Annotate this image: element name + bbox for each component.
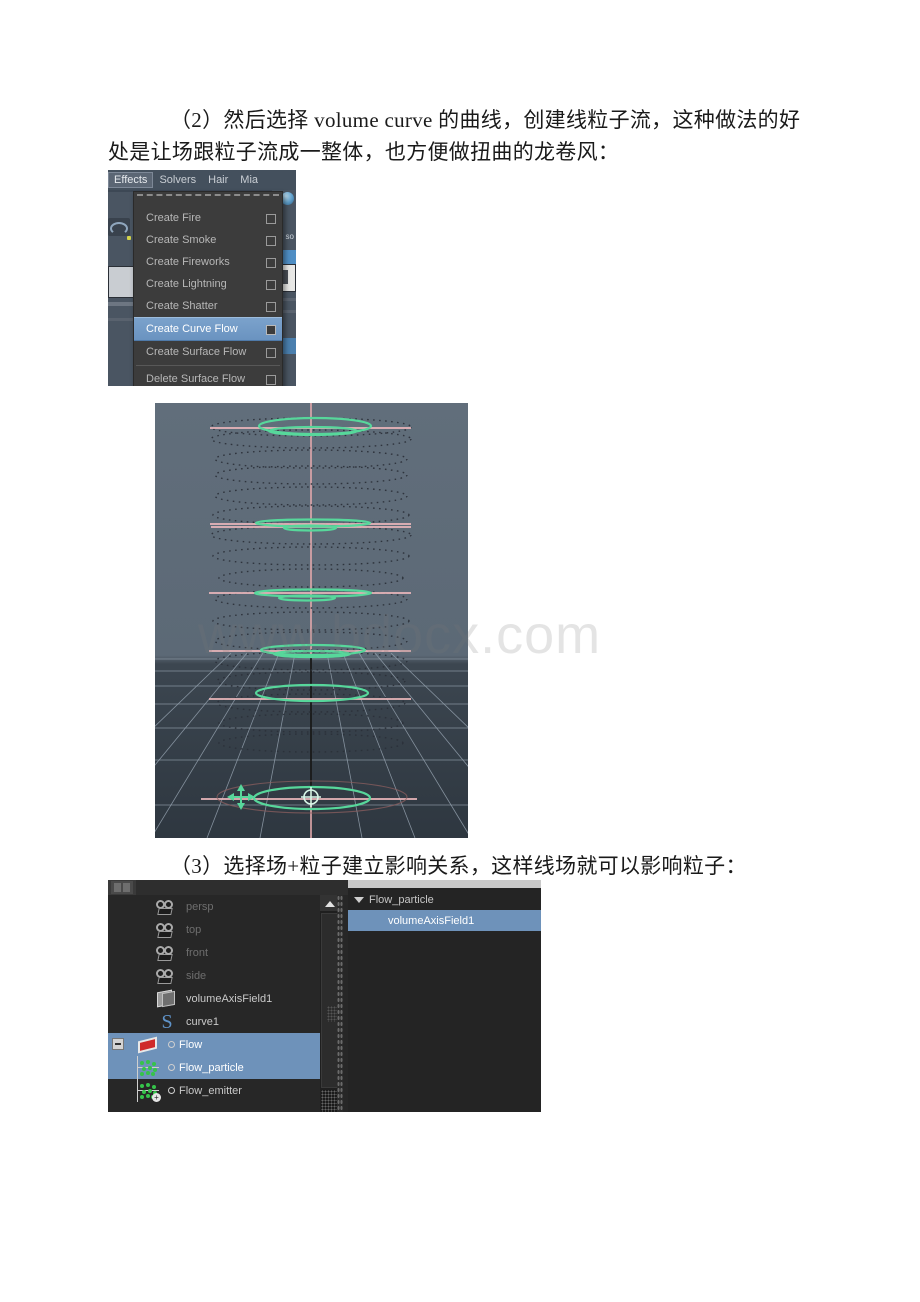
- maya-effects-menu-screenshot: so Effects Solvers Hair Mia Create Fire Crea…: [108, 170, 296, 386]
- camera-icon: [156, 944, 178, 962]
- relationship-row-flow_particle[interactable]: Flow_particle: [348, 889, 541, 910]
- menu-item-label: Create Shatter: [146, 300, 218, 312]
- menu-item-label: Create Fire: [146, 212, 202, 224]
- outliner-item-list[interactable]: persp top front side volumeAxisField1 Scurve1…: [108, 895, 334, 1112]
- side-label: so: [285, 232, 294, 241]
- outliner-row-persp[interactable]: persp: [108, 895, 334, 918]
- menu-item-label: Create Lightning: [146, 278, 227, 290]
- menubar-item-mia[interactable]: Mia: [234, 172, 264, 188]
- menubar-item-solvers[interactable]: Solvers: [153, 172, 202, 188]
- relationship-item-list[interactable]: Flow_particle volumeAxisField1: [348, 889, 541, 1112]
- outliner-row-label: Flow: [179, 1038, 203, 1051]
- scrollbar-grip-icon: [327, 1006, 337, 1022]
- outliner-search-field[interactable]: [136, 880, 348, 895]
- toolbar-panel-icon: [108, 266, 134, 298]
- pane-divider-handle[interactable]: [337, 895, 343, 1112]
- toolbar-arc-icon: [108, 218, 130, 236]
- menu-item-create-smoke[interactable]: Create Smoke: [134, 229, 282, 251]
- relationship-row-label: volumeAxisField1: [388, 914, 475, 927]
- menu-item-create-surface-flow[interactable]: Create Surface Flow: [134, 341, 282, 363]
- outliner-row-label: volumeAxisField1: [186, 992, 273, 1005]
- collapse-toggle-icon[interactable]: [112, 1038, 124, 1050]
- viewport-canvas: [155, 403, 468, 838]
- outliner-right-pane: Flow_particle volumeAxisField1: [348, 880, 541, 1112]
- field-icon: [156, 990, 178, 1008]
- document-paragraph-3: （3）选择场+粒子建立影响关系，这样线场就可以影响粒子：: [170, 854, 747, 878]
- toolbar-bar-icon-1: [108, 302, 134, 306]
- option-box-icon[interactable]: [266, 214, 276, 224]
- option-box-icon[interactable]: [266, 258, 276, 268]
- menu-item-label: Create Fireworks: [146, 256, 230, 268]
- outliner-row-flow[interactable]: Flow: [108, 1033, 334, 1056]
- outliner-row-label: front: [186, 946, 209, 959]
- toolbar-dot-icon: [127, 236, 131, 240]
- maya-outliner-screenshot: persp top front side volumeAxisField1 Scurve1…: [108, 880, 541, 1112]
- outliner-row-curve1[interactable]: Scurve1: [108, 1010, 334, 1033]
- outliner-row-label: curve1: [186, 1015, 220, 1028]
- menu-item-create-shatter[interactable]: Create Shatter: [134, 295, 282, 317]
- menu-item-create-fireworks[interactable]: Create Fireworks: [134, 251, 282, 273]
- outliner-row-flow_particle[interactable]: Flow_particle: [108, 1056, 334, 1079]
- menubar-item-hair[interactable]: Hair: [202, 172, 234, 188]
- outliner-row-flow_emitter[interactable]: Flow_emitter: [108, 1079, 334, 1102]
- option-box-icon[interactable]: [266, 302, 276, 312]
- menu-item-create-lightning[interactable]: Create Lightning: [134, 273, 282, 295]
- right-pane-header: [348, 880, 541, 888]
- outliner-row-volumeaxisfield1[interactable]: volumeAxisField1: [108, 987, 334, 1010]
- option-box-icon[interactable]: [266, 375, 276, 385]
- outliner-row-label: persp: [186, 900, 214, 913]
- outliner-row-front[interactable]: front: [108, 941, 334, 964]
- chevron-down-icon[interactable]: [354, 896, 364, 903]
- option-box-icon[interactable]: [266, 348, 276, 358]
- outliner-row-label: Flow_emitter: [179, 1084, 242, 1097]
- menubar-item-effects[interactable]: Effects: [108, 172, 154, 188]
- maya-menu-bar: Effects Solvers Hair Mia: [108, 170, 296, 190]
- outliner-toolbar: [108, 880, 348, 895]
- maya-viewport-screenshot: [155, 403, 468, 838]
- tearoff-handle[interactable]: [137, 194, 279, 205]
- document-paragraph-2: （2）然后选择 volume curve 的曲线，创建线粒子流，这种做法的好处是…: [108, 108, 801, 164]
- menu-item-label: Create Surface Flow: [146, 346, 247, 358]
- emitter-icon: [138, 1082, 161, 1102]
- outliner-left-pane: persp top front side volumeAxisField1 Scurve1…: [108, 880, 348, 1112]
- outliner-row-label: top: [186, 923, 202, 936]
- relationship-row-volumeaxisfield1[interactable]: volumeAxisField1: [348, 910, 541, 931]
- menu-item-label: Delete Surface Flow: [146, 373, 246, 385]
- camera-icon: [156, 898, 178, 916]
- menu-item-label: Create Curve Flow: [146, 323, 238, 335]
- outliner-row-top[interactable]: top: [108, 918, 334, 941]
- relationship-row-label: Flow_particle: [369, 893, 434, 906]
- option-box-icon[interactable]: [266, 236, 276, 246]
- node-connector-icon: [168, 1087, 175, 1094]
- outliner-row-side[interactable]: side: [108, 964, 334, 987]
- curve-icon: S: [161, 1010, 173, 1033]
- outliner-row-label: Flow_particle: [179, 1061, 244, 1074]
- node-connector-icon: [168, 1064, 175, 1071]
- node-connector-icon: [168, 1041, 175, 1048]
- camera-icon: [156, 967, 178, 985]
- particle-icon: [138, 1059, 160, 1077]
- option-box-icon[interactable]: [266, 280, 276, 290]
- flow-icon: [138, 1036, 160, 1054]
- menu-item-delete-surface-flow[interactable]: Delete Surface Flow: [134, 368, 282, 386]
- toolbar-bar-icon-2: [108, 318, 134, 321]
- option-box-icon[interactable]: [266, 325, 276, 335]
- menu-item-label: Create Smoke: [146, 234, 217, 246]
- menu-item-create-curve-flow[interactable]: Create Curve Flow: [134, 317, 282, 341]
- outliner-menu-icon[interactable]: [111, 881, 133, 894]
- menu-separator: [136, 365, 280, 366]
- effects-dropdown-menu[interactable]: Create Fire Create Smoke Create Fireworks C…: [133, 191, 283, 386]
- outliner-row-label: side: [186, 969, 207, 982]
- menu-item-create-fire[interactable]: Create Fire: [134, 207, 282, 229]
- camera-icon: [156, 921, 178, 939]
